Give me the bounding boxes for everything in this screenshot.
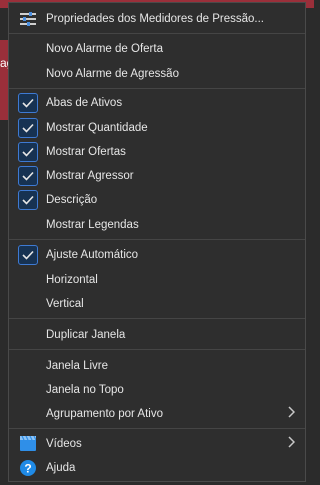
checkmark-icon xyxy=(18,118,38,138)
menu-item-new-offer-alarm[interactable]: Novo Alarme de Oferta xyxy=(9,37,305,61)
menu-item-label: Ajuste Automático xyxy=(46,249,139,261)
checkmark-icon xyxy=(18,166,38,186)
checkmark-icon xyxy=(18,245,38,265)
menu-item-label: Propriedades dos Medidores de Pressão... xyxy=(46,13,264,25)
menu-item-duplicate-window[interactable]: Duplicar Janela xyxy=(9,323,305,347)
menu-item-label: Mostrar Quantidade xyxy=(46,122,148,134)
svg-text:?: ? xyxy=(24,462,31,476)
menu-item-label: Horizontal xyxy=(46,274,98,286)
help-icon: ? xyxy=(20,460,36,476)
menu-item-label: Mostrar Legendas xyxy=(46,219,139,231)
menu-item-label: Duplicar Janela xyxy=(46,329,126,341)
menu-item-free-window[interactable]: Janela Livre xyxy=(9,354,305,378)
menu-item-label: Vertical xyxy=(46,298,84,310)
menu-item-new-aggression-alarm[interactable]: Novo Alarme de Agressão xyxy=(9,62,305,86)
menu-item-show-offers[interactable]: Mostrar Ofertas xyxy=(9,140,305,164)
menu-item-show-aggressor[interactable]: Mostrar Agressor xyxy=(9,164,305,188)
menu-item-label: Ajuda xyxy=(46,462,76,474)
menu-separator xyxy=(9,428,305,429)
menu-separator xyxy=(9,88,305,89)
menu-item-show-legends[interactable]: Mostrar Legendas xyxy=(9,213,305,237)
menu-item-group-by-asset[interactable]: Agrupamento por Ativo xyxy=(9,402,305,426)
menu-separator xyxy=(9,239,305,240)
menu-item-show-quantity[interactable]: Mostrar Quantidade xyxy=(9,116,305,140)
menu-separator xyxy=(9,318,305,319)
checkmark-icon xyxy=(18,93,38,113)
menu-item-vertical[interactable]: Vertical xyxy=(9,292,305,316)
menu-item-auto-fit[interactable]: Ajuste Automático xyxy=(9,243,305,267)
chevron-right-icon xyxy=(288,405,296,423)
menu-item-label: Novo Alarme de Oferta xyxy=(46,43,163,55)
menu-item-label: Mostrar Agressor xyxy=(46,170,134,182)
menu-item-properties[interactable]: Propriedades dos Medidores de Pressão... xyxy=(9,7,305,31)
context-menu: Propriedades dos Medidores de Pressão...… xyxy=(8,2,306,482)
menu-item-label: Abas de Ativos xyxy=(46,97,123,109)
menu-item-label: Descrição xyxy=(46,194,98,206)
menu-item-help[interactable]: ? Ajuda xyxy=(9,456,305,480)
menu-item-description[interactable]: Descrição xyxy=(9,188,305,212)
menu-item-label: Vídeos xyxy=(46,438,82,450)
menu-item-label: Novo Alarme de Agressão xyxy=(46,68,179,80)
menu-item-horizontal[interactable]: Horizontal xyxy=(9,268,305,292)
menu-separator xyxy=(9,349,305,350)
menu-item-label: Agrupamento por Ativo xyxy=(46,408,163,420)
menu-item-window-on-top[interactable]: Janela no Topo xyxy=(9,378,305,402)
checkmark-icon xyxy=(18,142,38,162)
background-panel-strip xyxy=(0,40,8,120)
menu-item-label: Mostrar Ofertas xyxy=(46,146,126,158)
menu-separator xyxy=(9,33,305,34)
menu-item-asset-tabs[interactable]: Abas de Ativos xyxy=(9,91,305,115)
video-icon xyxy=(20,436,36,452)
sliders-icon xyxy=(20,12,36,26)
menu-item-videos[interactable]: Vídeos xyxy=(9,432,305,456)
chevron-right-icon xyxy=(288,435,296,453)
menu-item-label: Janela Livre xyxy=(46,360,109,372)
checkmark-icon xyxy=(18,190,38,210)
menu-item-label: Janela no Topo xyxy=(46,384,124,396)
